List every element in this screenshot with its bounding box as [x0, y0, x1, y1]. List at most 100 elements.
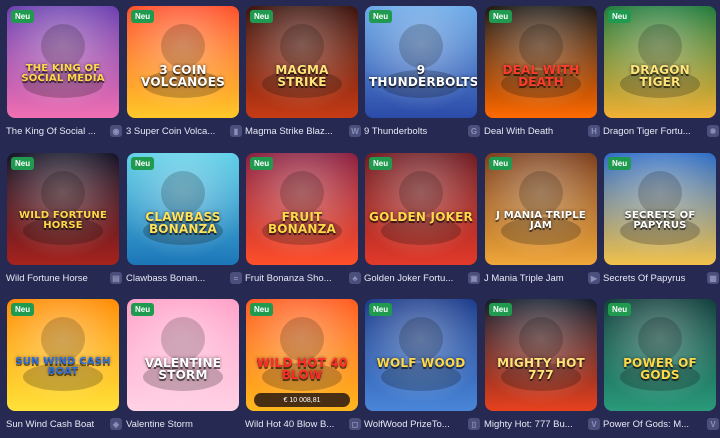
game-thumbnail[interactable]: Neu MAGMA STRIKE: [246, 6, 358, 118]
game-thumbnail[interactable]: Neu FRUIT BONANZA: [246, 153, 358, 265]
game-art-title: CLAWBASS BONANZA: [145, 210, 221, 236]
game-card[interactable]: Neu SECRETS OF PAPYRUS Secrets Of Papyrus ▦: [603, 153, 719, 284]
game-thumbnail[interactable]: Neu POWER OF GODS: [604, 299, 716, 411]
new-badge: Neu: [131, 303, 155, 316]
new-badge: Neu: [608, 303, 632, 316]
game-art-title: 3 COIN VOLCANOES: [141, 63, 225, 89]
game-card[interactable]: Neu WILD HOT 40 BLOW € 10 008,81 Wild Hot 4…: [245, 299, 361, 430]
game-card[interactable]: Neu 9 THUNDERBOLTS 9 Thunderbolts G: [364, 6, 480, 137]
new-badge: Neu: [11, 303, 35, 316]
game-thumbnail[interactable]: Neu GOLDEN JOKER: [365, 153, 477, 265]
game-thumbnail[interactable]: Neu THE KING OF SOCIAL MEDIA: [7, 6, 119, 118]
game-name[interactable]: Deal With Death: [484, 126, 584, 137]
game-info-row: Golden Joker Fortu... ▣: [364, 270, 484, 286]
character-silhouette: [519, 24, 563, 68]
game-name[interactable]: Wild Fortune Horse: [6, 273, 106, 284]
game-info-row: Dragon Tiger Fortu... ❋: [603, 123, 720, 139]
game-card[interactable]: Neu SUN WIND CASH BOAT Sun Wind Cash Boat ◈: [6, 299, 122, 430]
game-thumbnail[interactable]: Neu WOLF WOOD: [365, 299, 477, 411]
game-thumbnail[interactable]: Neu SUN WIND CASH BOAT: [7, 299, 119, 411]
game-card[interactable]: Neu MAGMA STRIKE Magma Strike Blaz... W: [245, 6, 361, 137]
game-name[interactable]: 9 Thunderbolts: [364, 126, 464, 137]
game-thumbnail[interactable]: Neu CLAWBASS BONANZA: [127, 153, 239, 265]
game-thumbnail[interactable]: Neu 9 THUNDERBOLTS: [365, 6, 477, 118]
character-silhouette: [399, 317, 443, 361]
character-silhouette: [638, 317, 682, 361]
game-info-row: WolfWood PrizeTo... ▯: [364, 416, 484, 432]
jackpot-amount: € 10 008,81: [254, 393, 350, 407]
game-thumbnail[interactable]: Neu VALENTINE STORM: [127, 299, 239, 411]
game-name[interactable]: 3 Super Coin Volca...: [126, 126, 226, 137]
provider-logo-icon: V: [707, 418, 719, 430]
game-name[interactable]: Dragon Tiger Fortu...: [603, 126, 703, 137]
provider-logo-icon: ❋: [707, 125, 719, 137]
new-badge: Neu: [489, 303, 513, 316]
game-name[interactable]: Mighty Hot: 777 Bu...: [484, 419, 584, 430]
provider-logo-icon: ≈: [230, 272, 242, 284]
provider-logo-icon: ◈: [110, 418, 122, 430]
game-art-title: THE KING OF SOCIAL MEDIA: [21, 63, 105, 84]
game-card[interactable]: Neu WOLF WOOD WolfWood PrizeTo... ▯: [364, 299, 480, 430]
game-thumbnail[interactable]: Neu 3 COIN VOLCANOES: [127, 6, 239, 118]
game-name[interactable]: Fruit Bonanza Sho...: [245, 273, 345, 284]
game-card[interactable]: Neu 3 COIN VOLCANOES 3 Super Coin Volca...…: [126, 6, 242, 137]
game-name[interactable]: Sun Wind Cash Boat: [6, 419, 106, 430]
character-silhouette: [41, 24, 85, 68]
game-card[interactable]: Neu VALENTINE STORM Valentine Storm: [126, 299, 240, 430]
game-card[interactable]: Neu GOLDEN JOKER Golden Joker Fortu... ▣: [364, 153, 480, 284]
new-badge: Neu: [250, 157, 274, 170]
game-name[interactable]: Wild Hot 40 Blow B...: [245, 419, 345, 430]
game-name[interactable]: Power Of Gods: M...: [603, 419, 703, 430]
game-art-title: J MANIA TRIPLE JAM: [496, 210, 586, 231]
new-badge: Neu: [369, 157, 393, 170]
game-art-title: SECRETS OF PAPYRUS: [624, 210, 696, 231]
game-card[interactable]: Neu FRUIT BONANZA Fruit Bonanza Sho... ♣: [245, 153, 361, 284]
game-card[interactable]: Neu THE KING OF SOCIAL MEDIA The King Of S…: [6, 6, 122, 137]
game-thumbnail[interactable]: Neu MIGHTY HOT 777: [485, 299, 597, 411]
game-card[interactable]: Neu J MANIA TRIPLE JAM J Mania Triple Jam ▶: [484, 153, 600, 284]
game-name[interactable]: The King Of Social ...: [6, 126, 106, 137]
game-name[interactable]: Magma Strike Blaz...: [245, 126, 345, 137]
game-thumbnail[interactable]: Neu SECRETS OF PAPYRUS: [604, 153, 716, 265]
game-card[interactable]: Neu DRAGON TIGER Dragon Tiger Fortu... ❋: [603, 6, 719, 137]
game-name[interactable]: J Mania Triple Jam: [484, 273, 584, 284]
game-info-row: Deal With Death H: [484, 123, 604, 139]
game-art-title: DRAGON TIGER: [630, 63, 690, 89]
new-badge: Neu: [11, 157, 35, 170]
game-name[interactable]: Secrets Of Papyrus: [603, 273, 703, 284]
game-card[interactable]: Neu MIGHTY HOT 777 Mighty Hot: 777 Bu... V: [484, 299, 600, 430]
game-info-row: Magma Strike Blaz... W: [245, 123, 365, 139]
character-silhouette: [638, 24, 682, 68]
game-art-title: DEAL WITH DEATH: [502, 63, 580, 89]
game-art-title: WOLF WOOD: [376, 356, 466, 370]
character-silhouette: [280, 24, 324, 68]
game-name[interactable]: Clawbass Bonan...: [126, 273, 226, 284]
game-info-row: J Mania Triple Jam ▶: [484, 270, 604, 286]
game-name[interactable]: WolfWood PrizeTo...: [364, 419, 464, 430]
game-thumbnail[interactable]: Neu DEAL WITH DEATH: [485, 6, 597, 118]
character-silhouette: [280, 317, 324, 361]
game-card[interactable]: Neu CLAWBASS BONANZA Clawbass Bonan... ≈: [126, 153, 242, 284]
game-info-row: 3 Super Coin Volca... ▮: [126, 123, 246, 139]
game-thumbnail[interactable]: Neu WILD FORTUNE HORSE: [7, 153, 119, 265]
game-thumbnail[interactable]: Neu DRAGON TIGER: [604, 6, 716, 118]
game-art-title: WILD HOT 40 BLOW: [256, 356, 348, 382]
game-card[interactable]: Neu DEAL WITH DEATH Deal With Death H: [484, 6, 600, 137]
provider-logo-icon: ▦: [707, 272, 719, 284]
game-card[interactable]: Neu WILD FORTUNE HORSE Wild Fortune Horse ▤: [6, 153, 122, 284]
game-info-row: The King Of Social ... ◉: [6, 123, 126, 139]
game-card[interactable]: Neu POWER OF GODS Power Of Gods: M... V: [603, 299, 719, 430]
provider-logo-icon: W: [349, 125, 361, 137]
character-silhouette: [399, 24, 443, 68]
provider-logo-icon: V: [588, 418, 600, 430]
character-silhouette: [161, 317, 205, 361]
game-info-row: Secrets Of Papyrus ▦: [603, 270, 720, 286]
game-thumbnail[interactable]: Neu WILD HOT 40 BLOW € 10 008,81: [246, 299, 358, 411]
game-name[interactable]: Valentine Storm: [126, 419, 226, 430]
character-silhouette: [399, 171, 443, 215]
game-info-row: Wild Fortune Horse ▤: [6, 270, 126, 286]
game-thumbnail[interactable]: Neu J MANIA TRIPLE JAM: [485, 153, 597, 265]
new-badge: Neu: [369, 10, 393, 23]
game-info-row: Fruit Bonanza Sho... ♣: [245, 270, 365, 286]
game-name[interactable]: Golden Joker Fortu...: [364, 273, 464, 284]
